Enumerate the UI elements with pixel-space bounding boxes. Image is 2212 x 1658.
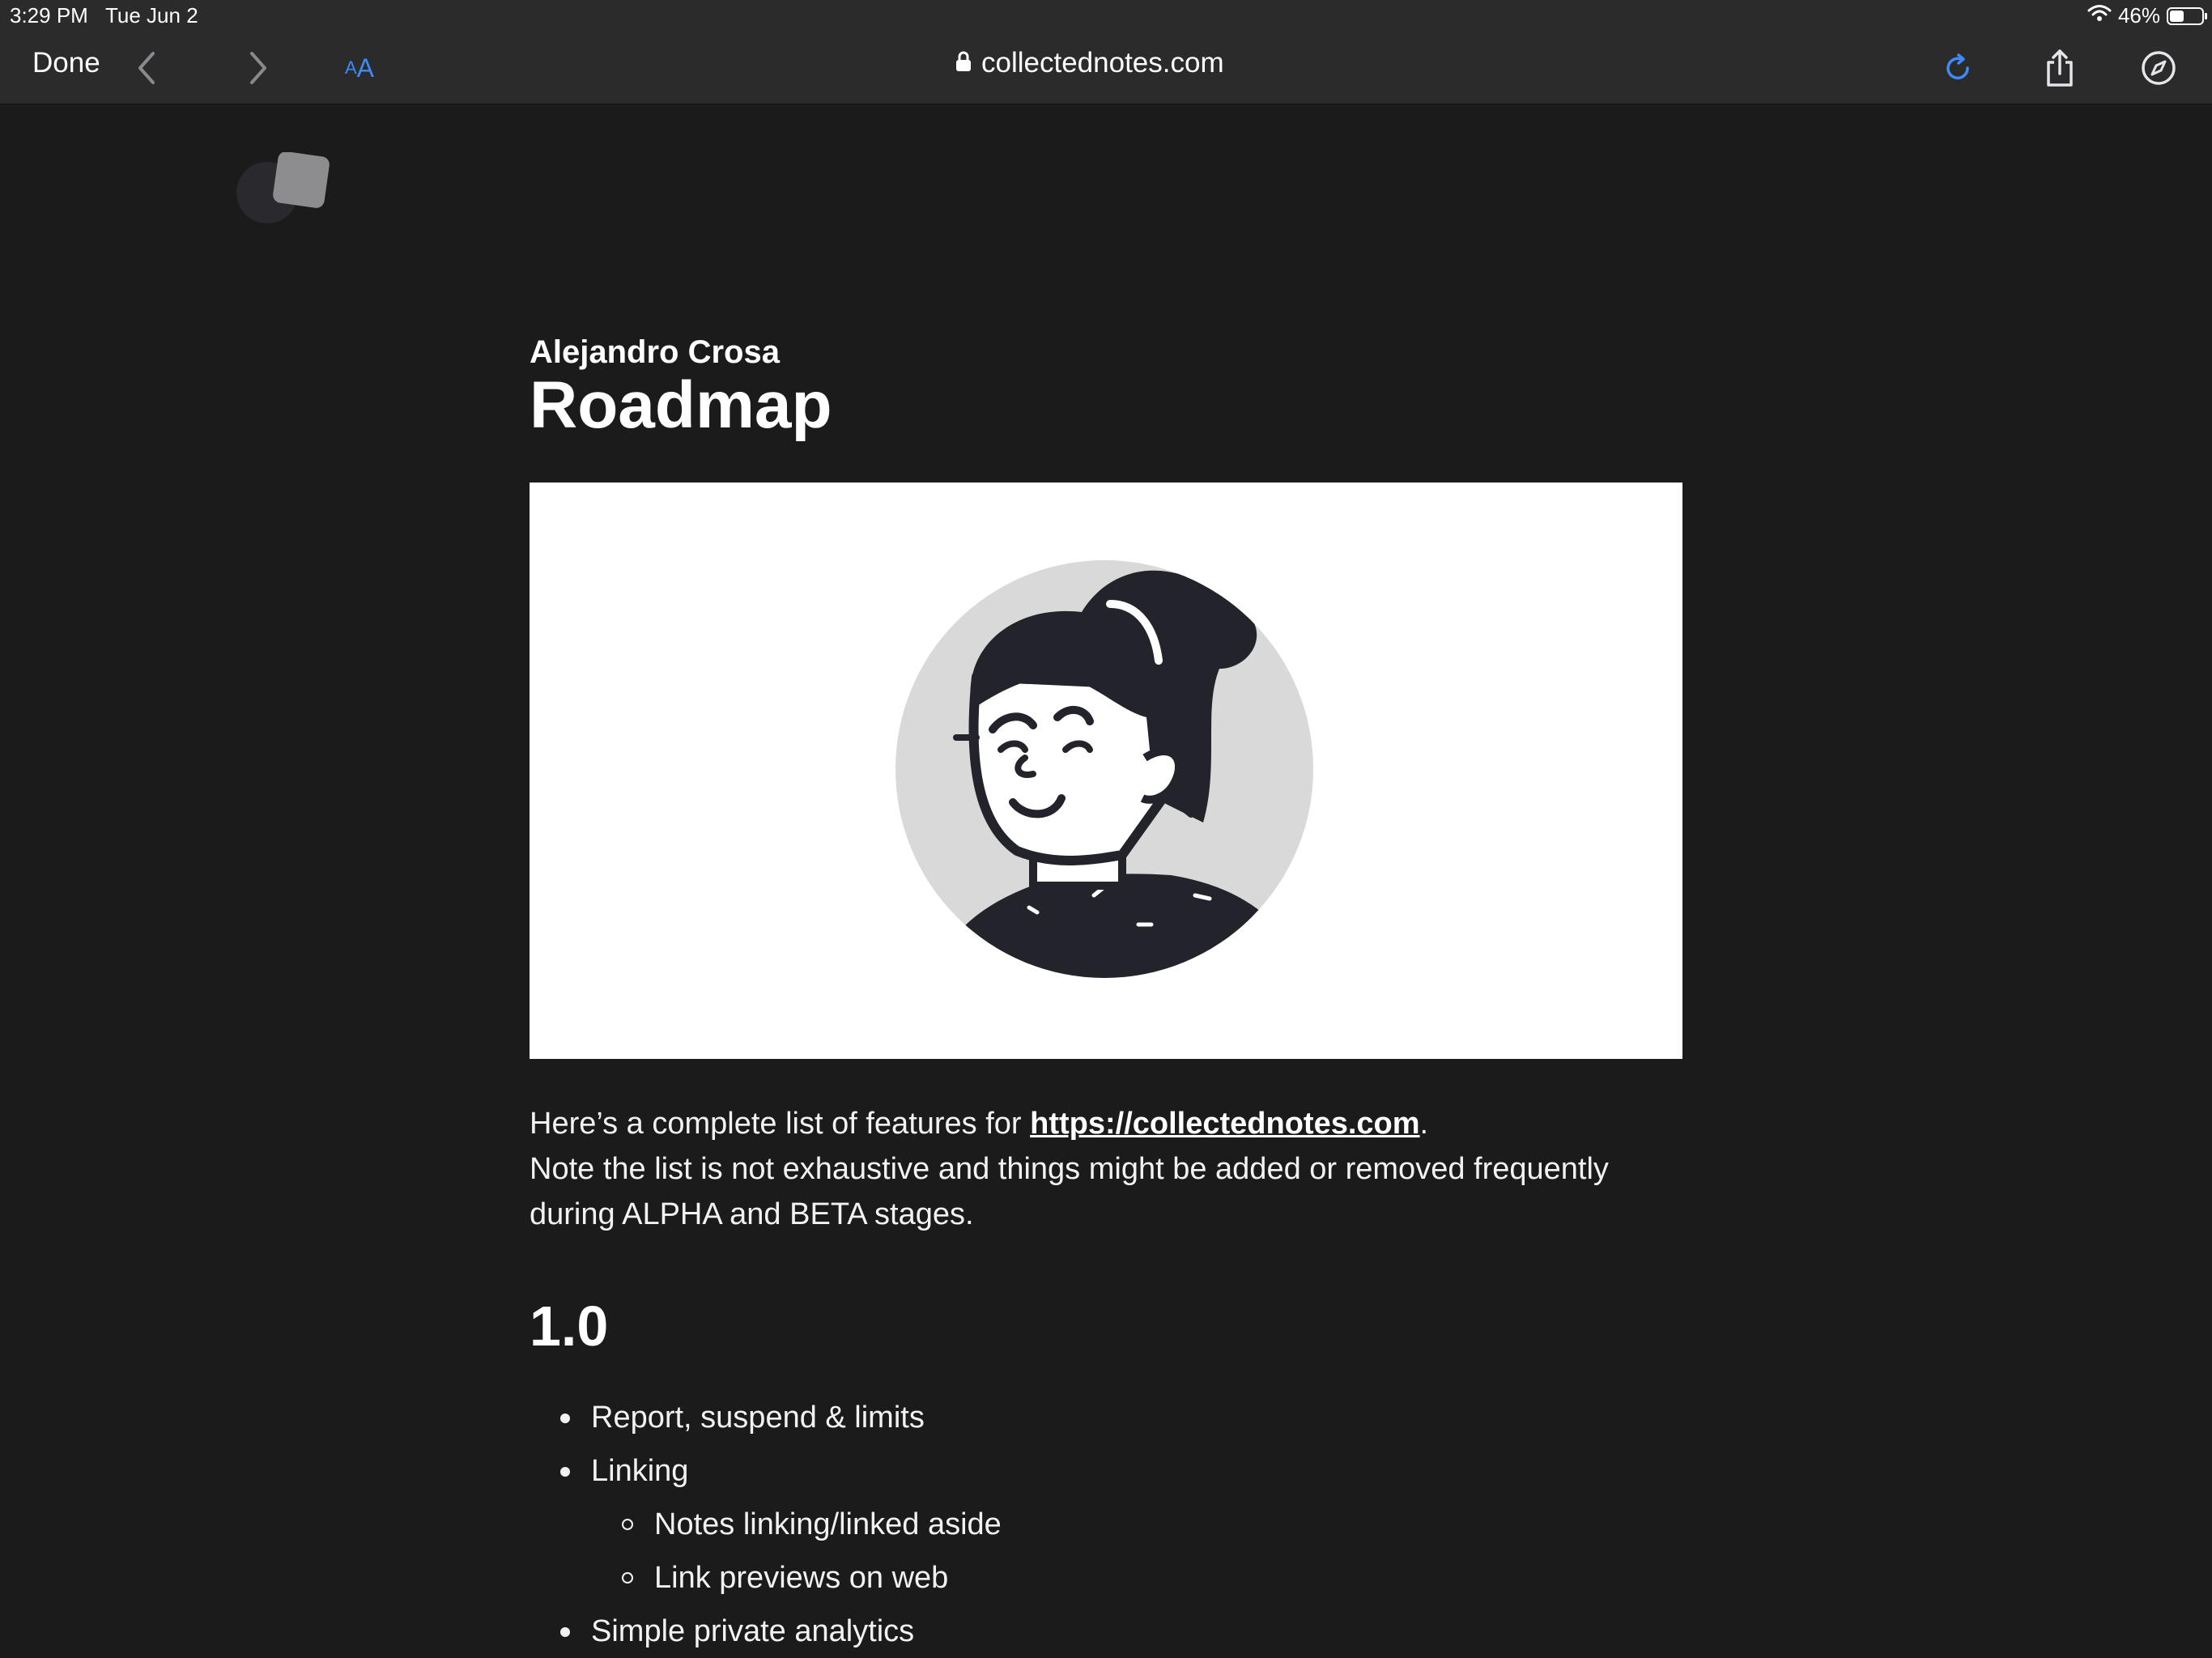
url-text: collectednotes.com — [981, 47, 1224, 79]
sub-list-item: Notes linking/linked aside — [530, 1498, 1002, 1551]
intro-paragraph: Here’s a complete list of features for h… — [530, 1101, 1682, 1237]
sub-list-item: Link previews on web — [530, 1551, 1002, 1605]
list-item: Report, suspend & limits — [530, 1391, 1002, 1444]
author-name[interactable]: Alejandro Crosa — [530, 334, 780, 371]
status-bar: 3:29 PM Tue Jun 2 46% — [0, 0, 2212, 32]
intro-text-line2: Note the list is not exhaustive and thin… — [530, 1152, 1609, 1231]
wifi-icon — [2087, 3, 2112, 28]
status-date: Tue Jun 2 — [105, 3, 198, 28]
done-button[interactable]: Done — [32, 47, 100, 79]
battery-icon — [2167, 6, 2207, 25]
lock-icon — [955, 47, 972, 79]
compass-icon[interactable] — [2134, 44, 2183, 92]
text-size-large-a: A — [356, 53, 375, 83]
hero-image — [530, 483, 1682, 1059]
section-title: 1.0 — [530, 1295, 609, 1358]
text-size-button[interactable]: AA — [335, 44, 384, 92]
list-item: Simple private analytics — [530, 1605, 1002, 1658]
feature-list: Report, suspend & limits Linking Notes lin… — [530, 1391, 1002, 1658]
list-item: Linking — [530, 1444, 1002, 1498]
site-logo[interactable] — [235, 151, 332, 233]
address-bar[interactable]: collectednotes.com — [955, 47, 1279, 79]
status-right: 46% — [2087, 3, 2207, 28]
status-time: 3:29 PM — [10, 3, 88, 28]
browser-toolbar: Done AA collectednotes.com — [0, 32, 2212, 104]
page-title: Roadmap — [530, 368, 832, 442]
battery-percent: 46% — [2117, 3, 2160, 28]
share-icon[interactable] — [2035, 44, 2084, 92]
intro-text-after-link: . — [1419, 1107, 1429, 1141]
text-size-small-a: A — [344, 57, 357, 78]
intro-text-before-link: Here’s a complete list of features for — [530, 1107, 1031, 1141]
battery-fill — [2170, 10, 2184, 22]
reload-icon[interactable] — [1933, 44, 1982, 92]
forward-chevron-icon[interactable] — [235, 44, 283, 92]
avatar-illustration — [895, 560, 1313, 978]
back-chevron-icon[interactable] — [121, 44, 170, 92]
intro-link[interactable]: https://collectednotes.com — [1030, 1107, 1419, 1141]
